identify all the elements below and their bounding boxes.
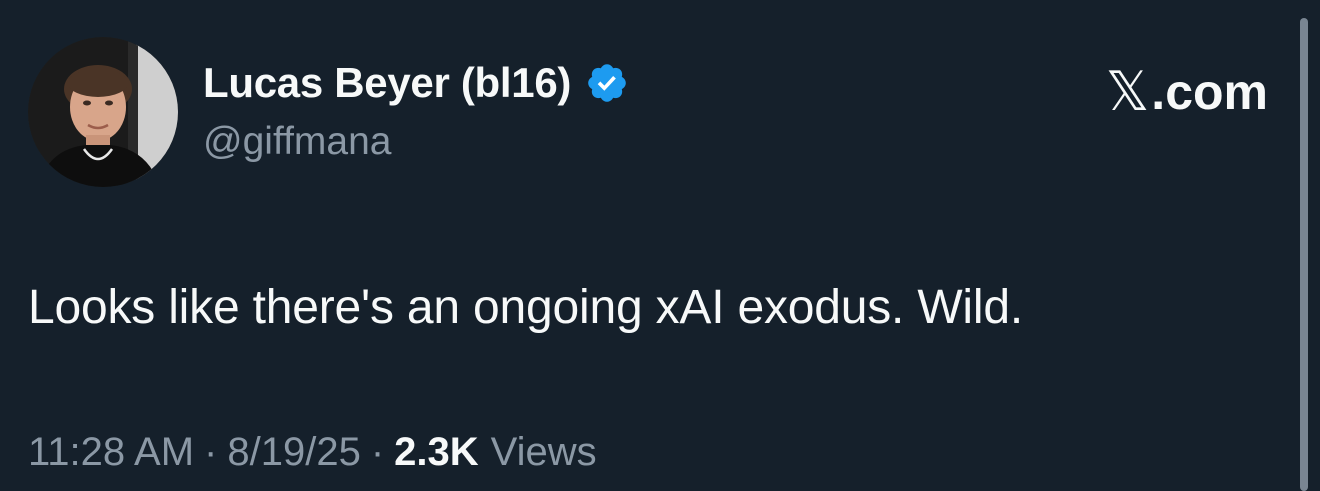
views-label: Views: [490, 430, 597, 474]
tweet-time[interactable]: 11:28 AM: [28, 430, 194, 475]
display-name[interactable]: Lucas Beyer (bl16): [203, 59, 571, 107]
name-row: Lucas Beyer (bl16): [203, 56, 629, 110]
x-com-logo[interactable]: 𝕏 .com: [1106, 60, 1268, 123]
meta-separator: ·: [204, 430, 218, 474]
tweet-meta: 11:28 AM · 8/19/25 · 2.3K Views: [28, 430, 597, 475]
handle[interactable]: @giffmana: [203, 120, 629, 164]
verified-badge-icon[interactable]: [585, 61, 629, 105]
x-logo-icon: 𝕏: [1105, 60, 1150, 123]
scrollbar[interactable]: [1300, 18, 1308, 491]
brand-suffix: .com: [1151, 63, 1268, 120]
avatar[interactable]: [28, 37, 178, 187]
author-info: Lucas Beyer (bl16) @giffmana: [203, 56, 629, 164]
meta-separator: ·: [370, 430, 385, 474]
tweet-date[interactable]: 8/19/25: [227, 430, 360, 475]
tweet-card: Lucas Beyer (bl16) @giffmana 𝕏 .com Look…: [0, 0, 1320, 491]
profile-photo-icon: [28, 37, 178, 187]
views-count: 2.3K: [394, 430, 479, 474]
tweet-text: Looks like there's an ongoing xAI exodus…: [28, 281, 1023, 334]
